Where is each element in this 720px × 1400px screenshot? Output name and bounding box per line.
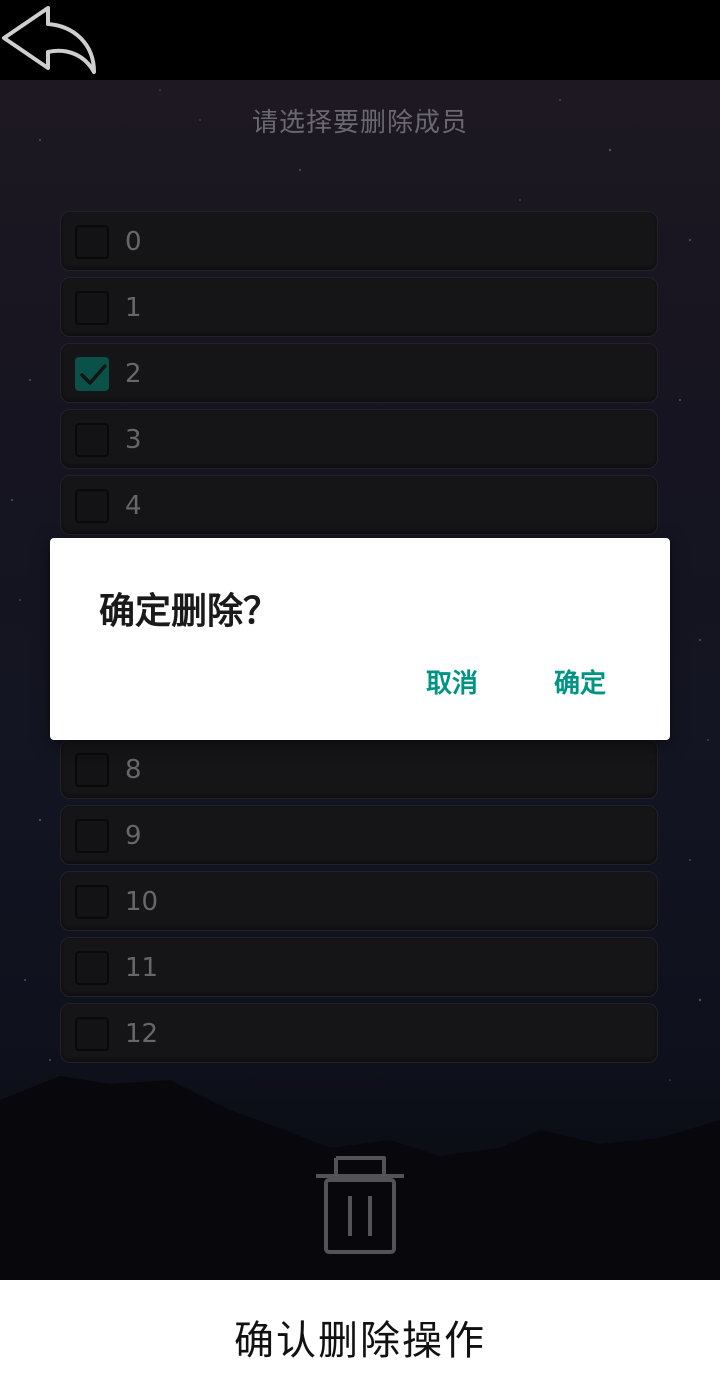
caption-area: 确认删除操作 [0, 1280, 720, 1400]
cancel-button[interactable]: 取消 [426, 663, 478, 700]
confirm-delete-dialog: 确定删除？ 取消 确定 [50, 538, 670, 740]
caption-text: 确认删除操作 [234, 1318, 486, 1364]
app-root: 请选择要删除成员 0 1 2 3 4 8 9 10 11 12 确定删除？ 取消… [0, 0, 720, 1400]
back-button[interactable] [0, 0, 100, 80]
dialog-title: 确定删除？ [99, 591, 280, 632]
confirm-button[interactable]: 确定 [554, 663, 606, 700]
top-bar [0, 0, 720, 80]
back-arrow-icon [2, 6, 96, 74]
member-delete-screen: 请选择要删除成员 0 1 2 3 4 8 9 10 11 12 确定删除？ 取消… [0, 80, 720, 1280]
